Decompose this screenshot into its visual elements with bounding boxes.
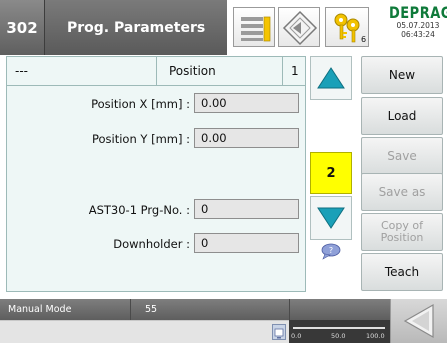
back-button[interactable] (390, 299, 447, 343)
teach-button[interactable]: Teach (361, 253, 443, 291)
position-navigator: 2 ? (310, 56, 352, 292)
arrow-down-icon (317, 207, 345, 229)
operating-mode: Manual Mode (8, 304, 72, 315)
arrow-up-icon (317, 67, 345, 89)
position-y-label: Position Y [mm] : (91, 132, 190, 146)
header-divider (156, 57, 157, 85)
save-button[interactable]: Save (361, 137, 443, 175)
prg-no-label: AST30-1 Prg-No. : (88, 203, 190, 217)
load-button[interactable]: Load (361, 97, 443, 135)
downholder-label: Downholder : (113, 237, 190, 251)
navigation-button[interactable] (278, 7, 320, 47)
prg-no-input[interactable]: 0 (194, 199, 299, 219)
scale-line (293, 327, 385, 329)
parameter-panel: --- Position 1 Position X [mm] : 0.00 Po… (6, 56, 306, 292)
program-name: --- (15, 64, 28, 78)
save-as-button[interactable]: Save as (361, 173, 443, 211)
next-position-button[interactable] (310, 196, 352, 240)
scale-min-label: 0.0 (291, 332, 302, 340)
help-bubble-icon: ? (321, 243, 341, 260)
previous-position-button[interactable] (310, 56, 352, 100)
position-number: 1 (291, 64, 299, 78)
status-divider (289, 299, 290, 320)
downholder-input[interactable]: 0 (194, 233, 299, 253)
brand-box: DEPRAG 05.07.2013 06:43:24 (389, 0, 447, 55)
svg-text:?: ? (329, 246, 333, 255)
program-list-icon (241, 16, 271, 42)
time-display: 06:43:24 (401, 30, 435, 39)
position-x-input[interactable]: 0.00 (194, 93, 299, 113)
current-position-indicator: 2 (310, 152, 352, 194)
header-divider (282, 57, 283, 85)
scale-mid-label: 50.0 (331, 332, 346, 340)
access-keys-button[interactable]: 6 (325, 7, 369, 47)
status-divider (130, 299, 131, 320)
brand-logo: DEPRAG (389, 4, 447, 23)
position-y-input[interactable]: 0.00 (194, 128, 299, 148)
new-button[interactable]: New (361, 56, 443, 94)
position-header-label: Position (169, 64, 216, 78)
scale-max-label: 100.0 (366, 332, 385, 340)
monitor-icon (274, 328, 284, 339)
header-bar: 302 Prog. Parameters 6 DEPRAG 05.07.2013… (0, 0, 447, 55)
status-bar: Manual Mode 55 (0, 299, 390, 320)
torque-scale: 0.0 50.0 100.0 (289, 320, 390, 343)
screen-number: 302 (0, 0, 45, 55)
back-arrow-icon (403, 303, 434, 339)
diamond-arrow-icon (282, 10, 318, 46)
position-x-label: Position X [mm] : (91, 97, 190, 111)
program-list-button[interactable] (233, 7, 275, 47)
status-code: 55 (145, 304, 158, 315)
copy-line-2: Position (380, 231, 424, 244)
page-title: Prog. Parameters (45, 0, 227, 55)
help-button[interactable]: ? (320, 242, 342, 260)
monitor-button[interactable] (272, 324, 286, 340)
panel-header: --- Position 1 (7, 57, 305, 86)
key-count: 6 (361, 35, 367, 44)
copy-position-button[interactable]: Copy of Position (361, 213, 443, 251)
